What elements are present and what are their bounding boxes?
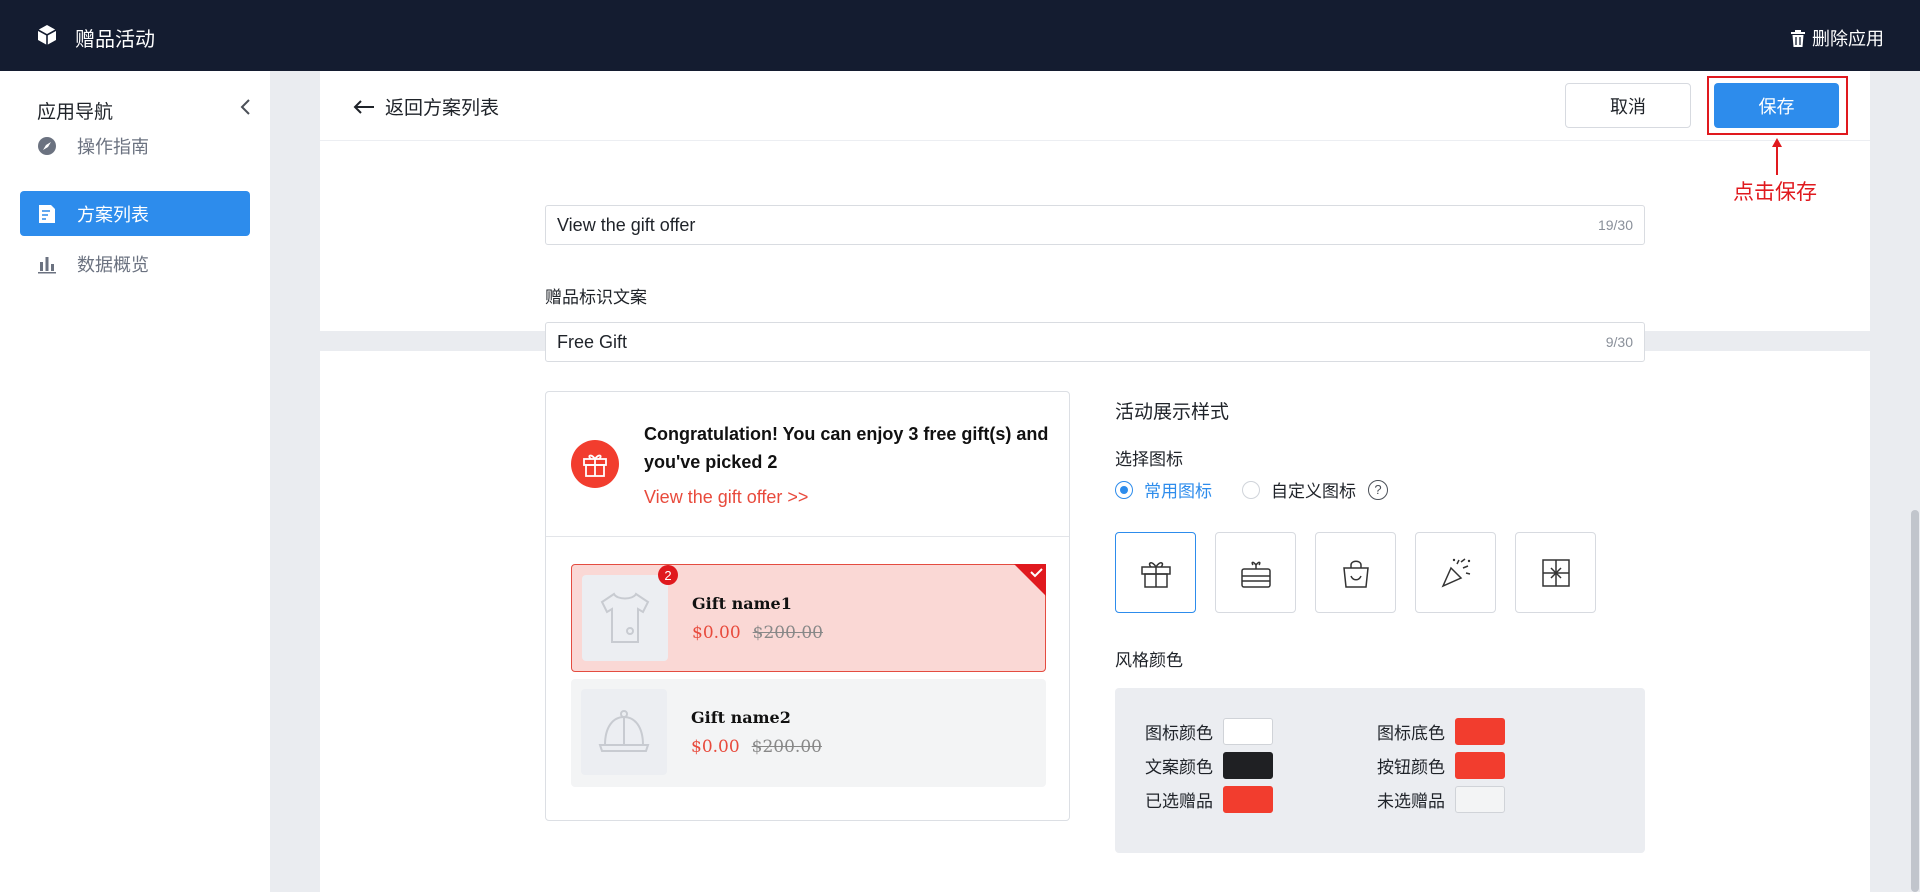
scrollbar[interactable]	[1911, 510, 1919, 892]
color-label: 图标颜色	[1145, 724, 1213, 743]
save-highlight-box	[1707, 76, 1848, 135]
help-icon[interactable]: ?	[1368, 479, 1388, 500]
radio-label: 常用图标	[1144, 482, 1212, 501]
main-content: View the gift offer 19/30 赠品标识文案 Free Gi…	[270, 71, 1920, 892]
color-label: 文案颜色	[1145, 758, 1213, 777]
gift-price: $0.00 $200.00	[692, 623, 823, 643]
icon-option-gift-box[interactable]	[1115, 532, 1196, 613]
box-logo-icon	[37, 25, 57, 45]
gift-name: Gift name1	[692, 594, 792, 613]
nav-title: 应用导航	[37, 102, 114, 123]
arrow-up-icon	[1772, 138, 1782, 175]
button-color-swatch[interactable]	[1455, 752, 1505, 779]
style-color-title: 风格颜色	[1115, 651, 1183, 670]
offer-text-value: View the gift offer	[557, 214, 696, 235]
text-color-swatch[interactable]	[1223, 752, 1273, 779]
sidebar-item-guide[interactable]: 操作指南	[20, 123, 250, 168]
char-count: 19/30	[1597, 217, 1633, 233]
color-settings-panel: 图标颜色 图标底色 文案颜色 按钮颜色 已选赠品 未选赠品	[1115, 688, 1645, 853]
gift-card-selected[interactable]: 2 Gift name1 $0.00 $200.00	[571, 564, 1046, 672]
check-corner-icon	[1014, 564, 1046, 596]
original-price: $200.00	[751, 737, 822, 757]
gift-label-input[interactable]: Free Gift 9/30	[545, 322, 1645, 362]
shopping-bag-icon	[1342, 560, 1369, 588]
radio-button[interactable]	[1242, 480, 1260, 499]
text-color-row: 文案颜色	[1145, 752, 1273, 779]
icon-color-row: 图标颜色	[1145, 718, 1273, 745]
icon-color-swatch[interactable]	[1223, 718, 1273, 745]
sidebar-item-data-overview[interactable]: 数据概览	[20, 241, 250, 286]
gift-card-icon	[1541, 558, 1570, 587]
gift-label-value: Free Gift	[557, 331, 628, 352]
unselected-gift-color-row: 未选赠品	[1377, 786, 1505, 813]
icon-bg-color-swatch[interactable]	[1455, 718, 1505, 745]
sidebar: 应用导航 操作指南 方案列表 数据概览	[0, 71, 270, 892]
radio-button[interactable]	[1115, 480, 1133, 499]
sidebar-item-label: 数据概览	[77, 254, 149, 275]
icon-option-cake[interactable]	[1215, 532, 1296, 613]
gift-box-icon	[1140, 561, 1171, 588]
app-title: 赠品活动	[75, 29, 155, 51]
offer-text-input[interactable]: View the gift offer 19/30	[545, 205, 1645, 245]
annotation-hint: 点击保存	[1733, 180, 1817, 204]
page-header: 返回方案列表 取消 保存	[320, 71, 1870, 141]
party-popper-icon	[1441, 557, 1470, 587]
display-style-title: 活动展示样式	[1115, 402, 1230, 423]
sidebar-item-plan-list[interactable]: 方案列表	[20, 191, 250, 236]
preview-header: Congratulation! You can enjoy 3 free gif…	[546, 392, 1069, 537]
gift-name: Gift name2	[691, 708, 791, 727]
choose-icon-title: 选择图标	[1115, 450, 1183, 469]
view-offer-link[interactable]: View the gift offer >>	[644, 487, 808, 508]
back-label: 返回方案列表	[385, 98, 500, 119]
preview-message: Congratulation! You can enjoy 3 free gif…	[644, 424, 1049, 472]
cancel-button[interactable]: 取消	[1565, 83, 1691, 128]
radio-label: 自定义图标	[1271, 482, 1356, 501]
gift-label-title: 赠品标识文案	[545, 288, 647, 307]
color-label: 未选赠品	[1377, 792, 1445, 811]
unselected-gift-color-swatch[interactable]	[1455, 786, 1505, 813]
compass-icon	[37, 136, 57, 156]
sidebar-item-label: 方案列表	[77, 204, 149, 225]
current-price: $0.00	[692, 623, 741, 643]
gift-preview: Congratulation! You can enjoy 3 free gif…	[545, 391, 1070, 821]
icon-bg-color-row: 图标底色	[1377, 718, 1505, 745]
icon-type-radio-group: 常用图标 自定义图标 ?	[1115, 477, 1388, 502]
icon-option-shopping-bag[interactable]	[1315, 532, 1396, 613]
top-bar: 赠品活动 删除应用	[0, 0, 1920, 71]
selected-gift-color-row: 已选赠品	[1145, 786, 1273, 813]
list-doc-icon	[37, 204, 57, 224]
color-label: 按钮颜色	[1377, 758, 1445, 777]
chevron-left-icon[interactable]	[238, 97, 254, 117]
gift-card-unselected[interactable]: Gift name2 $0.00 $200.00	[571, 679, 1046, 787]
current-price: $0.00	[691, 737, 740, 757]
radio-custom-icon[interactable]: 自定义图标	[1242, 477, 1356, 502]
gift-price: $0.00 $200.00	[691, 737, 822, 757]
t-shirt-icon	[600, 592, 650, 643]
icon-option-party-popper[interactable]	[1415, 532, 1496, 613]
color-label: 已选赠品	[1145, 792, 1213, 811]
bar-chart-icon	[37, 254, 57, 274]
cake-icon	[1240, 561, 1271, 588]
back-to-list-link[interactable]: 返回方案列表	[353, 93, 499, 120]
gift-thumbnail	[581, 689, 667, 775]
char-count: 9/30	[1605, 334, 1633, 350]
icon-option-gift-card[interactable]	[1515, 532, 1596, 613]
color-label: 图标底色	[1377, 724, 1445, 743]
arrow-left-icon	[353, 99, 374, 114]
gift-icon	[571, 440, 619, 488]
radio-common-icon[interactable]: 常用图标	[1115, 477, 1212, 502]
delete-app-button[interactable]: 删除应用	[1790, 25, 1884, 51]
delete-app-label: 删除应用	[1812, 29, 1884, 49]
selected-count-badge: 2	[658, 565, 678, 585]
button-color-row: 按钮颜色	[1377, 752, 1505, 779]
selected-gift-color-swatch[interactable]	[1223, 786, 1273, 813]
sidebar-item-label: 操作指南	[77, 136, 149, 157]
cap-icon	[598, 710, 650, 752]
trash-icon	[1791, 29, 1805, 47]
original-price: $200.00	[752, 623, 823, 643]
gift-thumbnail	[582, 575, 668, 661]
